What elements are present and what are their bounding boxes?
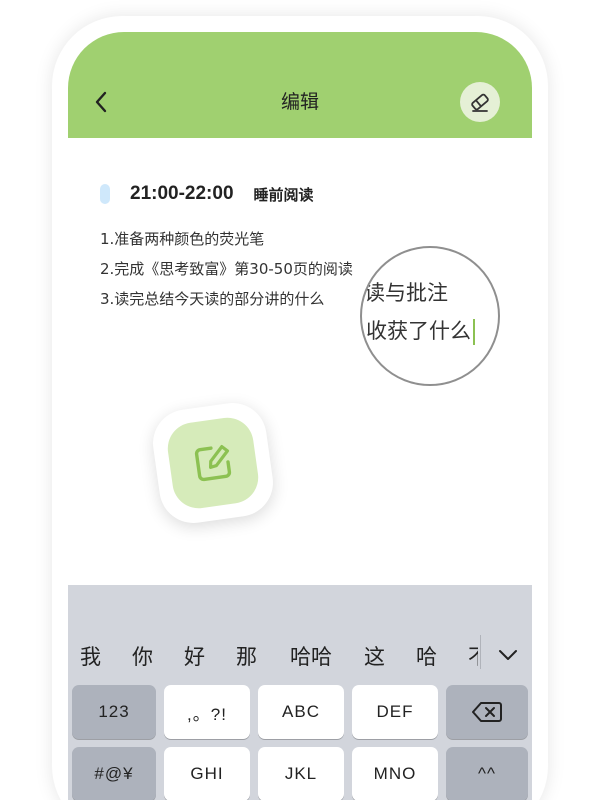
key-ghi[interactable]: GHI — [164, 747, 250, 800]
entry-time: 21:00-22:00 — [130, 183, 234, 204]
candidate-divider — [480, 635, 481, 669]
text-magnifier-loupe: 读与批注 收获了什么 — [360, 246, 500, 386]
phone-screen: 编辑 21:00-22:00 睡前阅读 1.准备两种颜色的荧光笔 2.完成《思考… — [68, 32, 532, 800]
candidate-1[interactable]: 我 — [80, 643, 101, 671]
page: 编辑 21:00-22:00 睡前阅读 1.准备两种颜色的荧光笔 2.完成《思考… — [0, 0, 600, 800]
entry-color-marker — [100, 184, 110, 204]
magnifier-line-2: 收获了什么 — [366, 316, 475, 346]
key-symbols[interactable]: #@¥ — [72, 747, 156, 800]
key-abc[interactable]: ABC — [258, 685, 344, 739]
candidate-3[interactable]: 好 — [184, 643, 205, 671]
magnifier-line-2-text: 收获了什么 — [366, 319, 471, 343]
header-bar: 编辑 — [68, 32, 532, 138]
candidate-4[interactable]: 那 — [236, 643, 257, 671]
entry-header: 21:00-22:00 睡前阅读 — [100, 182, 314, 206]
note-line-2[interactable]: 2.完成《思考致富》第30-50页的阅读 — [100, 258, 353, 280]
candidate-2[interactable]: 你 — [132, 643, 153, 671]
entry-topic: 睡前阅读 — [253, 185, 314, 204]
candidate-6[interactable]: 这 — [364, 643, 385, 671]
key-def[interactable]: DEF — [352, 685, 438, 739]
candidate-5[interactable]: 哈哈 — [290, 643, 332, 671]
edit-fab-button[interactable] — [148, 398, 278, 528]
candidate-8[interactable]: 不 — [468, 643, 478, 671]
keyboard: 我 你 好 那 哈哈 这 哈 不 123 ,。?! ABC DEF — [68, 585, 532, 800]
chevron-down-icon — [499, 650, 517, 660]
key-jkl[interactable]: JKL — [258, 747, 344, 800]
eraser-button[interactable] — [460, 82, 500, 122]
magnifier-line-1: 读与批注 — [364, 281, 448, 305]
key-punctuation[interactable]: ,。?! — [164, 685, 250, 739]
key-mno[interactable]: MNO — [352, 747, 438, 800]
expand-candidates-button[interactable] — [496, 645, 520, 665]
candidate-7[interactable]: 哈 — [416, 643, 437, 671]
text-cursor — [473, 319, 475, 345]
edit-fab-inner — [164, 414, 262, 512]
note-line-1[interactable]: 1.准备两种颜色的荧光笔 — [100, 228, 264, 250]
edit-pencil-icon — [194, 445, 232, 482]
key-backspace[interactable] — [446, 685, 528, 739]
key-123[interactable]: 123 — [72, 685, 156, 739]
candidate-bar: 我 你 好 那 哈哈 这 哈 不 — [68, 585, 532, 678]
eraser-icon — [471, 93, 489, 112]
note-line-3[interactable]: 3.读完总结今天读的部分讲的什么 — [100, 288, 324, 310]
key-emoticon[interactable]: ^^ — [446, 747, 528, 800]
backspace-icon — [472, 702, 502, 722]
